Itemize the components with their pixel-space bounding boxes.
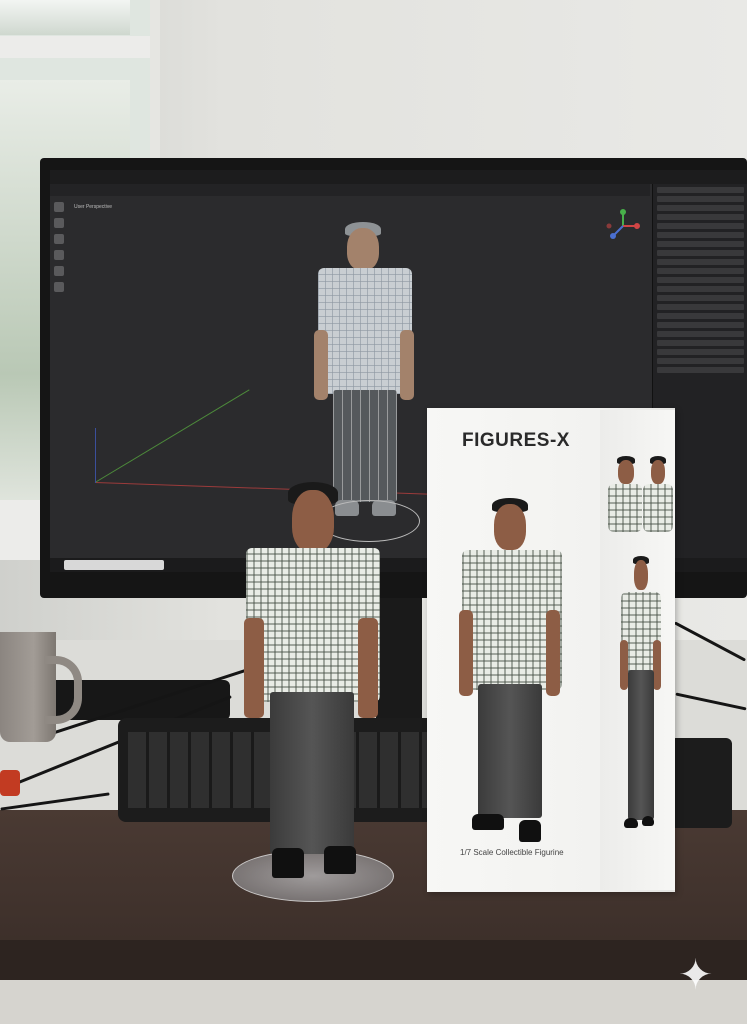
viewport-tools [54, 202, 66, 322]
photo-scene: User Perspective FIGURES-X 1/7 Scale Col… [0, 0, 747, 1024]
monitor-stand [376, 598, 422, 718]
figurine-base [232, 850, 394, 902]
floor [0, 980, 747, 1024]
viewport-label: User Perspective [74, 204, 113, 210]
menu-bar [50, 170, 747, 184]
window-frame [0, 36, 150, 58]
red-object [0, 770, 20, 796]
keyboard-right [670, 738, 732, 828]
box-subtitle: 1/7 Scale Collectible Figurine [460, 848, 564, 857]
desk-edge [0, 940, 747, 980]
cable [675, 692, 747, 711]
y-axis-line [94, 389, 250, 483]
axis-gizmo-icon [605, 208, 641, 244]
box-brand: FIGURES-X [462, 430, 570, 451]
window-pane-top [0, 0, 130, 35]
taskbar-search [64, 560, 164, 570]
mug-handle [44, 656, 82, 724]
z-axis-line [95, 428, 96, 483]
sparkle-icon: ✦ [678, 951, 714, 998]
toolbar [50, 184, 650, 196]
